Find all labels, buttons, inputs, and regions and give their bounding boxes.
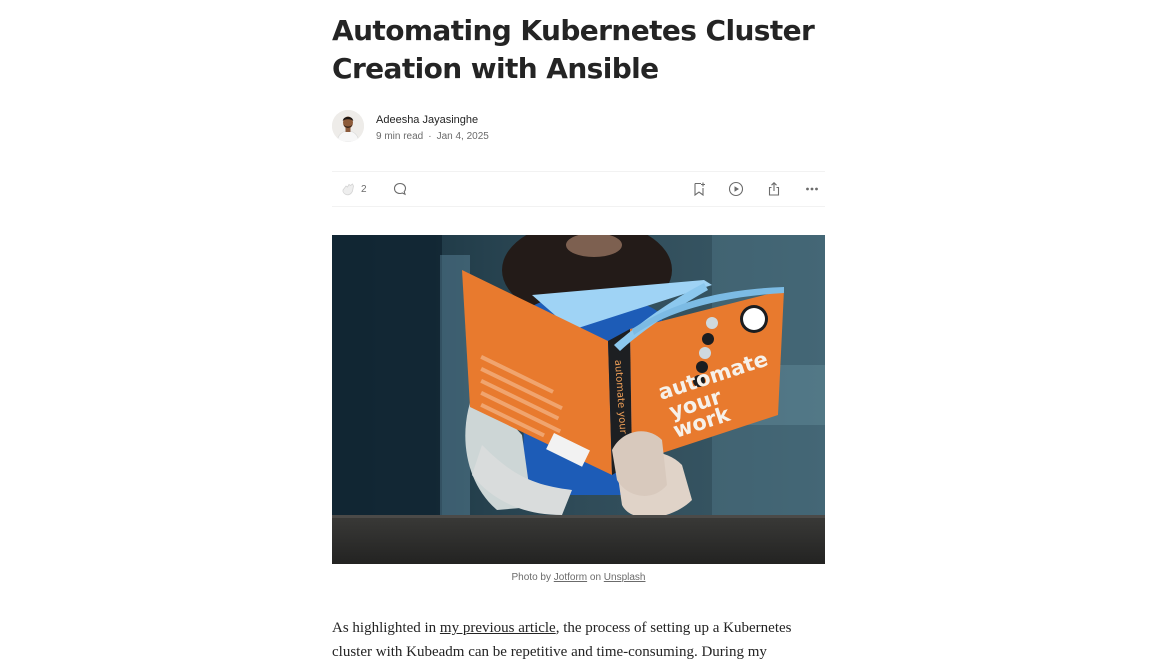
article-title: Automating Kubernetes Cluster Creation w… (332, 14, 815, 85)
share-button[interactable] (766, 180, 782, 198)
photographer-link[interactable]: Jotform (554, 572, 587, 583)
more-icon (804, 181, 820, 197)
clap-icon (340, 181, 356, 197)
author-name[interactable]: Adeesha Jayasinghe (376, 114, 478, 126)
author-avatar[interactable] (332, 110, 364, 142)
comment-button[interactable] (392, 180, 408, 198)
play-icon (728, 181, 744, 197)
caption-middle: on (589, 572, 602, 583)
hero-image: automate your work automate your work (332, 235, 825, 564)
hero-caption: Photo by Jotform on Unsplash (332, 572, 825, 583)
share-icon (766, 181, 782, 197)
meta-separator: · (428, 131, 432, 142)
bookmark-button[interactable] (691, 180, 707, 198)
clap-button[interactable]: 2 (340, 180, 367, 198)
bookmark-icon (691, 181, 707, 197)
action-bar: 2 (332, 171, 825, 207)
article-paragraph: As highlighted in my previous article, t… (332, 616, 825, 664)
paragraph-text-line2: cluster with Kubeadm can be repetitive a… (332, 644, 767, 660)
paragraph-text-start: As highlighted in (332, 620, 437, 636)
previous-article-link[interactable]: my previous article (440, 620, 556, 636)
read-time: 9 min read (376, 131, 424, 142)
more-button[interactable] (804, 180, 820, 198)
clap-count: 2 (361, 183, 367, 195)
comment-icon (392, 181, 408, 197)
author-block: Adeesha Jayasinghe 9 min read · Jan 4, 202… (332, 110, 825, 144)
caption-prefix: Photo by (511, 572, 551, 583)
listen-button[interactable] (728, 180, 744, 198)
article-meta: 9 min read · Jan 4, 2025 (376, 131, 489, 142)
publish-date: Jan 4, 2025 (436, 131, 489, 142)
paragraph-text-end: , the process of setting up a Kubernetes (555, 620, 792, 636)
source-link[interactable]: Unsplash (604, 572, 646, 583)
